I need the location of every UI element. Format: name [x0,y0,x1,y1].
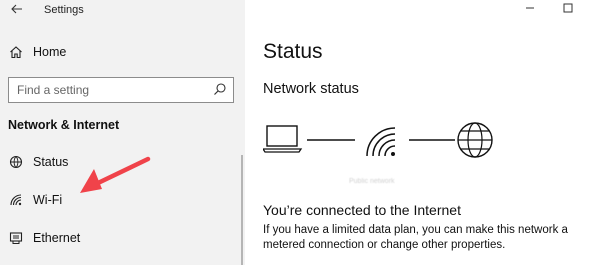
title-bar: Settings [0,0,245,24]
app-title: Settings [44,4,84,16]
page-title: Status [263,40,323,63]
wifi-icon [8,192,24,208]
search-box[interactable] [8,77,234,103]
connection-status-title: You’re connected to the Internet [263,202,461,218]
main-content: Status Network status Public network You… [245,0,600,265]
ethernet-icon [8,230,24,246]
maximize-icon [563,3,573,13]
sidebar-item-label: Status [33,155,69,169]
sidebar-item-wifi[interactable]: Wi-Fi [0,185,245,215]
search-input[interactable] [9,78,209,101]
wifi-signal-icon [366,127,396,157]
home-icon [8,44,24,60]
network-status-heading: Network status [263,81,359,97]
laptop-icon [263,125,303,153]
section-heading: Network & Internet [8,118,120,132]
sidebar-item-label: Ethernet [33,231,81,245]
minimize-icon [526,7,534,9]
sidebar: Settings Home Network & Internet [0,0,245,265]
maximize-button[interactable] [557,0,579,16]
back-arrow-icon [11,4,22,14]
network-name: Public network [349,178,395,185]
connection-description: If you have a limited data plan, you can… [263,224,568,251]
sidebar-item-ethernet[interactable]: Ethernet [0,223,245,253]
back-button[interactable] [6,0,28,20]
status-globe-icon [8,154,24,170]
sidebar-scrollbar[interactable] [241,155,243,265]
sidebar-item-label: Home [33,45,67,59]
internet-globe-icon [457,122,493,158]
minimize-button[interactable] [519,0,541,16]
search-icon[interactable] [213,82,227,96]
sidebar-item-home[interactable]: Home [0,37,245,67]
sidebar-item-status[interactable]: Status [0,147,245,177]
sidebar-item-label: Wi-Fi [33,193,63,207]
settings-window: Settings Home Network & Internet [0,0,600,265]
